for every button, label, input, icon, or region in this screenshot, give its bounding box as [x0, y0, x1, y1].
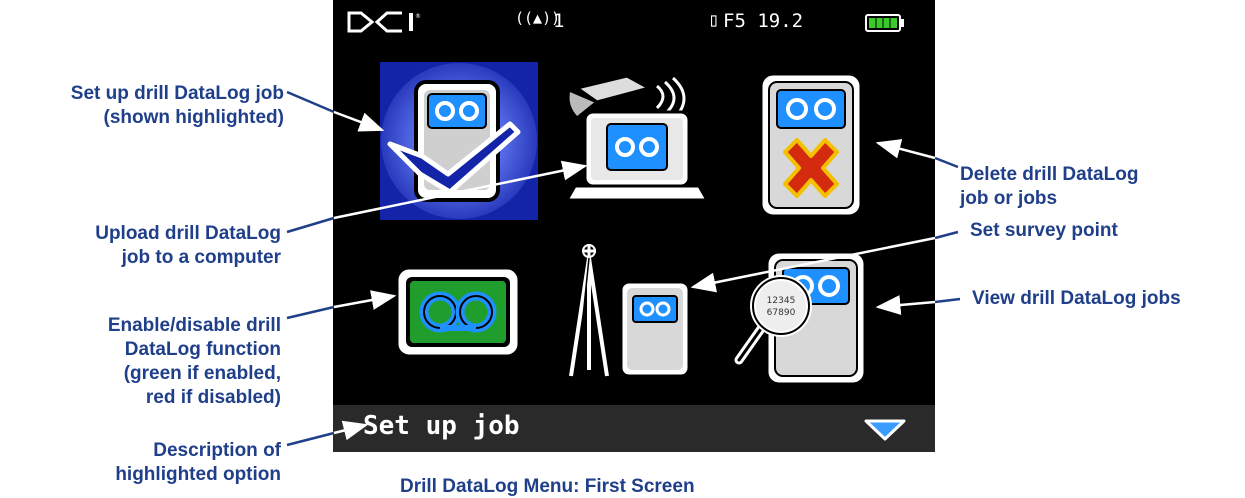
arrow-view-jobs — [875, 295, 961, 315]
leader-arrows — [286, 90, 961, 447]
arrow-survey-point — [690, 230, 959, 293]
figure-caption: Drill DataLog Menu: First Screen — [400, 476, 695, 497]
arrow-set-up-job — [286, 90, 385, 132]
arrow-description — [286, 420, 369, 447]
arrow-upload-job — [286, 160, 588, 234]
arrow-delete-job — [875, 139, 959, 169]
arrow-enable-datalog — [286, 290, 397, 320]
